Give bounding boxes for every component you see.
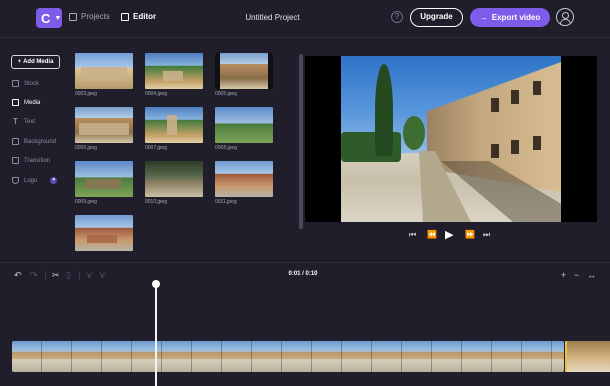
timecode: 0:01 / 0:10	[288, 271, 318, 277]
help-icon[interactable]: ?	[391, 11, 403, 23]
media-filename: 0009.jpeg	[75, 199, 97, 205]
shield-icon	[12, 177, 19, 184]
sidebar-item-label: Logo	[24, 177, 38, 184]
sidebar-item-background[interactable]: Background	[12, 138, 56, 145]
skip-forward-icon[interactable]: ⏭	[483, 229, 490, 241]
project-title[interactable]: Untitled Project	[225, 13, 320, 22]
scissors-icon[interactable]: ✂	[52, 269, 60, 281]
video-clip[interactable]	[12, 341, 564, 372]
sidebar-item-text[interactable]: T Text	[12, 117, 36, 126]
film-icon	[12, 80, 19, 87]
text-icon: T	[13, 117, 18, 126]
top-bar: C ▼ Projects Editor Untitled Project ? U…	[0, 0, 610, 38]
fast-forward-icon[interactable]: ⏩	[465, 229, 475, 241]
undo-icon[interactable]: ↶	[14, 269, 22, 281]
upgrade-button[interactable]: Upgrade	[410, 8, 463, 27]
premium-badge: ✦	[50, 177, 58, 184]
media-filename: 0006.jpeg	[75, 145, 97, 151]
playback-controls: ⏮ ⏪ ▶ ⏩ ⏭	[409, 229, 494, 241]
arrow-right-icon: →	[479, 13, 488, 22]
playhead-handle[interactable]	[152, 280, 160, 288]
media-filename: 0003.jpeg	[75, 91, 97, 97]
trash-icon[interactable]: ▯	[66, 269, 71, 281]
media-thumbnail[interactable]: 0005.jpeg	[215, 53, 273, 97]
media-thumbnail[interactable]: 0008.jpeg	[215, 107, 273, 151]
media-thumbnail[interactable]: 0011.jpeg	[215, 161, 273, 205]
plus-icon: +	[17, 59, 22, 65]
media-thumbnail[interactable]	[75, 215, 133, 259]
sidebar-item-label: Background	[24, 138, 57, 145]
projects-icon	[69, 12, 77, 21]
fit-timeline-icon[interactable]: ↔	[587, 269, 596, 281]
sidebar-item-transition[interactable]: Transition	[12, 157, 50, 164]
editor-icon	[121, 12, 129, 21]
export-video-button[interactable]: → Export video	[470, 8, 550, 27]
video-preview	[305, 56, 597, 222]
preview-frame	[341, 56, 561, 222]
skip-back-icon[interactable]: ⏮	[409, 229, 416, 241]
app-logo-menu[interactable]: C ▼	[36, 8, 62, 28]
media-filename: 0004.jpeg	[145, 91, 167, 97]
export-video-label: Export video	[491, 13, 541, 22]
sidebar-item-label: Stock	[24, 80, 40, 87]
panel-resize-handle[interactable]	[299, 54, 303, 229]
sidebar-item-media[interactable]: Media	[12, 99, 40, 106]
media-thumbnail[interactable]: 0003.jpeg	[75, 53, 133, 97]
media-filename: 0010.jpeg	[145, 199, 167, 205]
split-icon[interactable]: ⋎	[86, 269, 93, 281]
sidebar: + Add Media Stock Media T Text Backgroun…	[0, 38, 70, 260]
transition-icon	[12, 157, 19, 164]
media-thumbnail[interactable]: 0006.jpeg	[75, 107, 133, 151]
media-thumbnail[interactable]: 0009.jpeg	[75, 161, 133, 205]
media-filename: 0005.jpeg	[215, 91, 237, 97]
video-clip[interactable]	[565, 341, 610, 372]
media-filename: 0011.jpeg	[215, 199, 237, 205]
play-icon[interactable]: ▶	[445, 229, 453, 241]
media-filename: 0008.jpeg	[215, 145, 237, 151]
add-media-label: Add Media	[23, 59, 54, 65]
sidebar-item-logo[interactable]: Logo ✦	[12, 177, 58, 184]
timeline-toolbar: ↶ ↷ ✂ ▯ ⋎ ⋎ 0:01 / 0:10 + − ↔	[0, 262, 610, 286]
nav-editor[interactable]: Editor	[121, 12, 156, 21]
user-avatar-icon[interactable]	[556, 8, 574, 26]
nav-projects[interactable]: Projects	[69, 12, 110, 21]
redo-icon[interactable]: ↷	[30, 269, 38, 281]
sidebar-item-stock[interactable]: Stock	[12, 80, 39, 87]
nav-editor-label: Editor	[133, 12, 157, 21]
layers-icon	[12, 138, 19, 145]
logo-letter: C	[41, 10, 51, 26]
media-thumbnail[interactable]: 0010.jpeg	[145, 161, 203, 205]
zoom-out-icon[interactable]: −	[574, 269, 579, 281]
sidebar-item-label: Media	[24, 99, 41, 106]
media-filename: 0007.jpeg	[145, 145, 167, 151]
media-thumbnail[interactable]: 0004.jpeg	[145, 53, 203, 97]
media-library: 0003.jpeg 0004.jpeg 0005.jpeg 0006.jpeg …	[75, 53, 290, 251]
merge-icon[interactable]: ⋎	[99, 269, 106, 281]
nav-projects-label: Projects	[81, 12, 110, 21]
sidebar-item-label: Text	[24, 118, 36, 125]
file-icon	[12, 99, 19, 106]
media-thumbnail[interactable]: 0007.jpeg	[145, 107, 203, 151]
playhead[interactable]	[155, 284, 157, 386]
zoom-in-icon[interactable]: +	[561, 269, 566, 281]
rewind-icon[interactable]: ⏪	[427, 229, 437, 241]
sidebar-item-label: Transition	[24, 157, 51, 164]
chevron-down-icon: ▼	[54, 14, 62, 22]
add-media-button[interactable]: + Add Media	[11, 55, 60, 69]
